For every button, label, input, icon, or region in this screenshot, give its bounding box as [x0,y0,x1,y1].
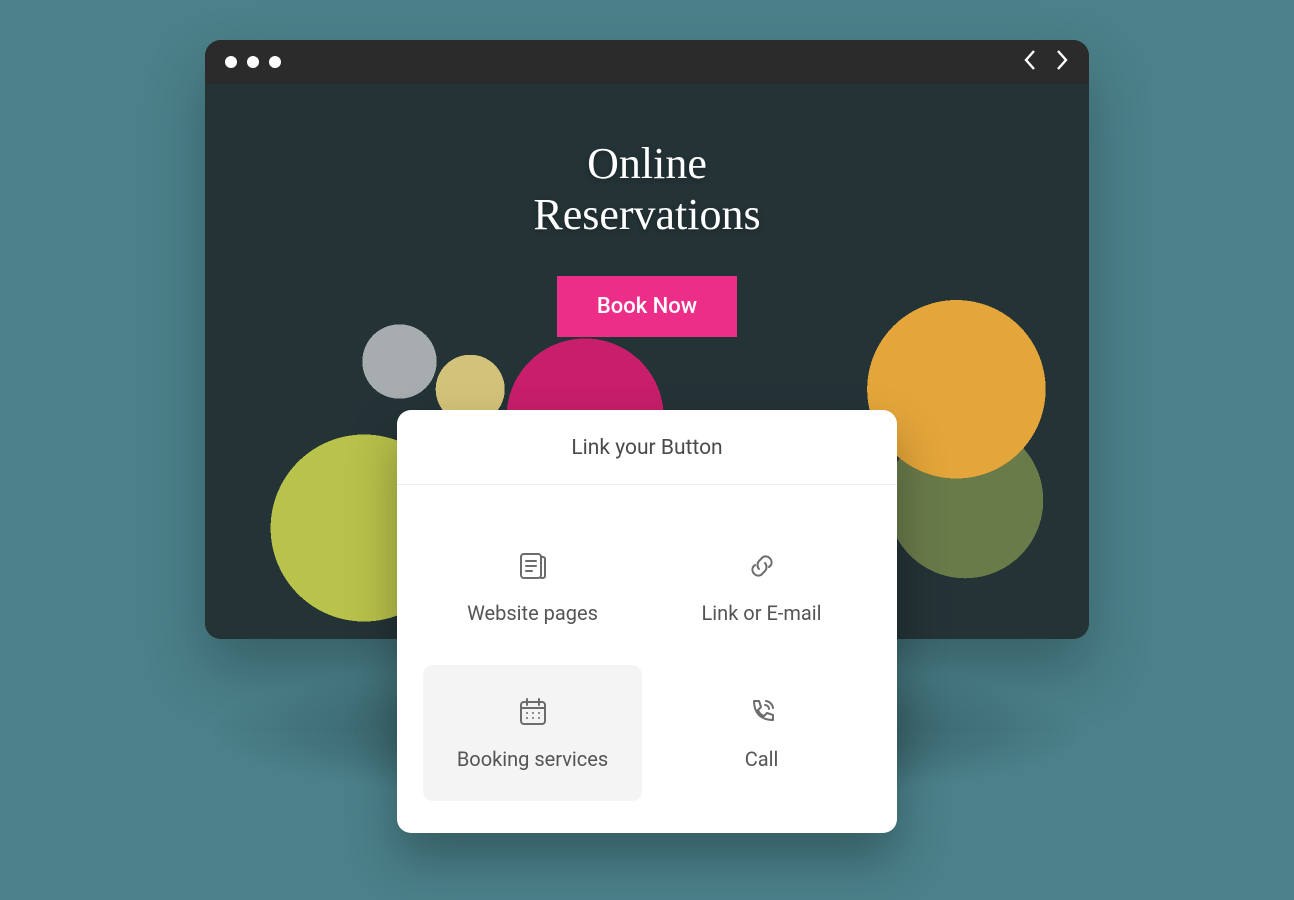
window-dot-icon [247,56,259,68]
popup-options-grid: Website pages Link or E-mail [397,485,897,833]
option-label: Call [745,747,779,771]
forward-icon[interactable] [1055,49,1069,75]
back-icon[interactable] [1023,49,1037,75]
option-call[interactable]: Call [652,665,871,801]
calendar-icon [516,695,550,729]
nav-arrows [1023,49,1069,75]
hero-title: Online Reservations [533,139,760,240]
pages-icon [516,549,550,583]
option-label: Booking services [457,747,608,771]
phone-icon [745,695,779,729]
option-label: Website pages [467,601,598,625]
link-icon [745,549,779,583]
hero-title-line-1: Online [587,139,707,188]
book-now-button[interactable]: Book Now [557,276,737,337]
link-button-popup: Link your Button Website pages [397,410,897,833]
option-website-pages[interactable]: Website pages [423,519,642,655]
popup-title: Link your Button [397,410,897,485]
hero-title-line-2: Reservations [533,190,760,239]
window-dot-icon [225,56,237,68]
window-controls [225,56,281,68]
option-link-or-email[interactable]: Link or E-mail [652,519,871,655]
option-label: Link or E-mail [702,601,822,625]
browser-titlebar [205,40,1089,84]
option-booking-services[interactable]: Booking services [423,665,642,801]
window-dot-icon [269,56,281,68]
